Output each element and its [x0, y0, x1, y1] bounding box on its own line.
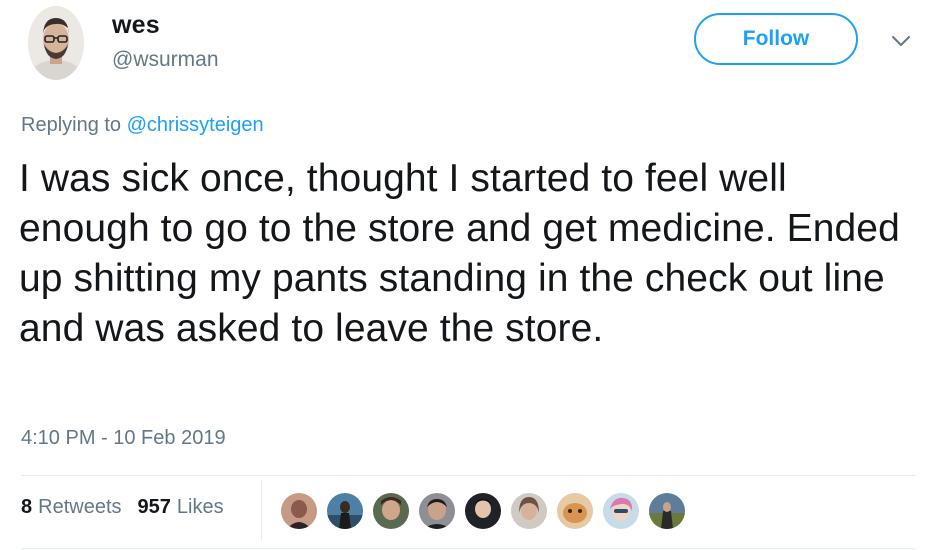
- liker-avatar-8[interactable]: [601, 491, 641, 531]
- liker-avatar-7[interactable]: [555, 491, 595, 531]
- reply-mention-link[interactable]: @chrissyteigen: [127, 114, 264, 136]
- retweets-label: Retweets: [38, 496, 122, 518]
- divider-bottom: [21, 548, 916, 549]
- stats-separator: [261, 480, 262, 540]
- user-handle[interactable]: @wsurman: [112, 48, 219, 72]
- replying-to-label: Replying to: [21, 114, 122, 136]
- display-name[interactable]: wes: [112, 11, 160, 40]
- liker-avatars: [279, 491, 699, 531]
- avatar[interactable]: [28, 6, 84, 80]
- liker-avatar-9[interactable]: [647, 491, 687, 531]
- tweet-timestamp[interactable]: 4:10 PM - 10 Feb 2019: [21, 427, 226, 450]
- liker-avatar-1[interactable]: [279, 491, 319, 531]
- tweet-card: wes @wsurman Follow Replying to @chrissy…: [0, 0, 952, 550]
- liker-avatar-4[interactable]: [417, 491, 457, 531]
- tweet-text: I was sick once, thought I started to fe…: [19, 157, 900, 350]
- follow-button[interactable]: Follow: [694, 13, 858, 65]
- tweet-stats: 8 Retweets 957 Likes: [21, 496, 224, 519]
- avatar-image: [28, 6, 84, 80]
- liker-avatar-5[interactable]: [463, 491, 503, 531]
- likes-count: 957: [137, 496, 171, 518]
- likes-label: Likes: [176, 496, 224, 518]
- replying-to: Replying to @chrissyteigen: [21, 114, 264, 137]
- liker-avatar-6[interactable]: [509, 491, 549, 531]
- retweets-count: 8: [21, 496, 33, 518]
- retweets-stat[interactable]: 8 Retweets: [21, 496, 122, 519]
- liker-avatar-2[interactable]: [325, 491, 365, 531]
- chevron-down-icon[interactable]: [890, 33, 912, 49]
- divider-top: [21, 475, 916, 476]
- likes-stat[interactable]: 957 Likes: [138, 496, 224, 519]
- liker-avatar-3[interactable]: [371, 491, 411, 531]
